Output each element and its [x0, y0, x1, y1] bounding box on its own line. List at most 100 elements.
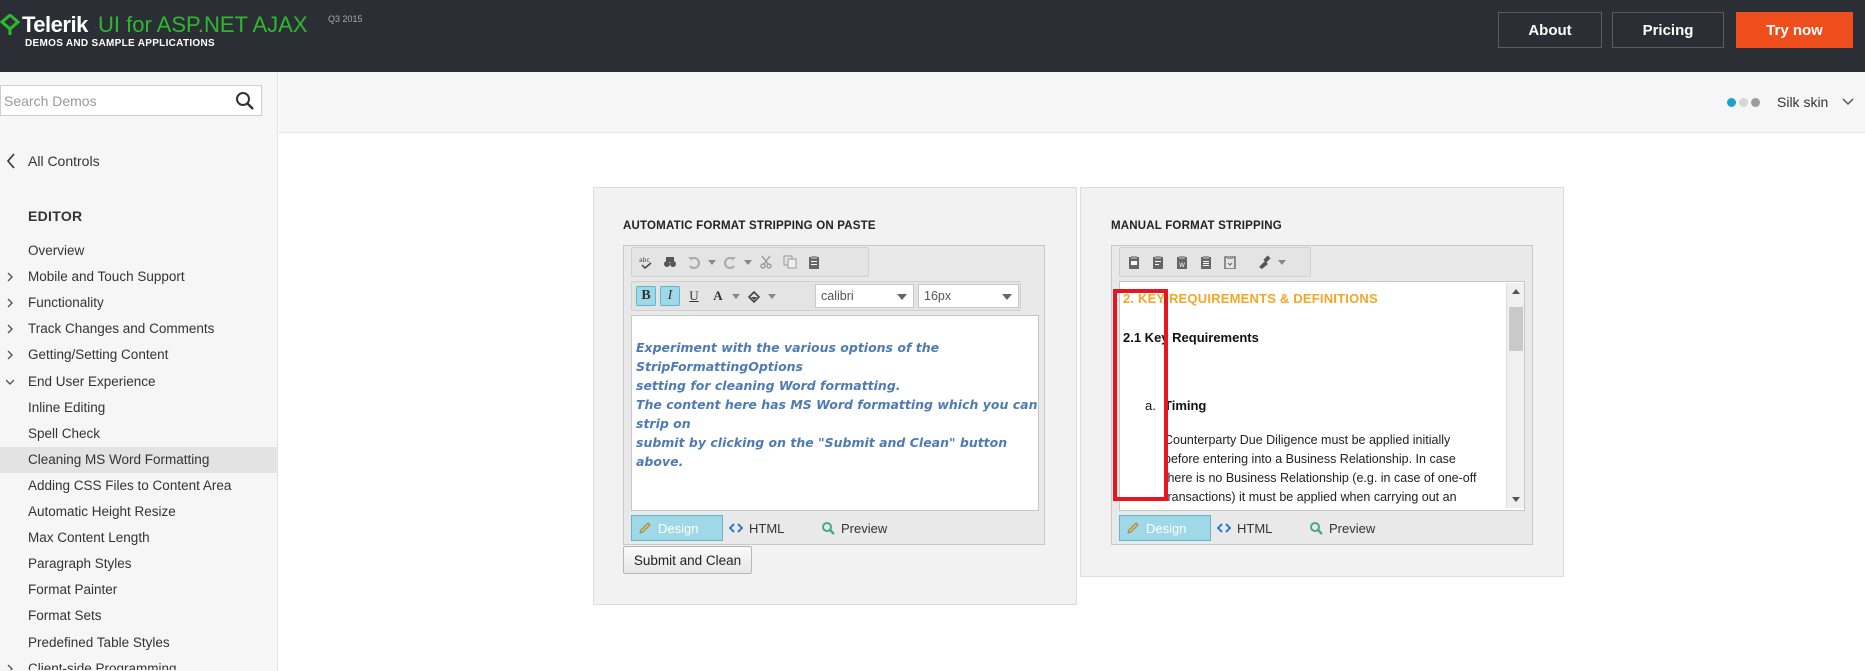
highlight-icon[interactable]	[744, 286, 764, 306]
all-controls-link[interactable]: All Controls	[0, 146, 278, 176]
chevron-right-icon[interactable]	[6, 272, 14, 282]
underline-icon[interactable]: U	[684, 286, 704, 306]
sidebar-item[interactable]: Predefined Table Styles	[0, 630, 277, 656]
html-mode-button[interactable]: HTML	[1211, 515, 1303, 541]
format-stripper-icon[interactable]	[1254, 252, 1274, 272]
undo-dropdown-icon[interactable]	[708, 259, 716, 265]
content-paragraph-line: before entering into a Business Relation…	[1164, 452, 1456, 466]
sidebar: Search Demos All Controls EDITOR Overvie…	[0, 72, 278, 671]
try-now-button[interactable]: Try now	[1736, 12, 1853, 48]
scroll-down-icon[interactable]	[1512, 497, 1520, 502]
italic-icon[interactable]: I	[660, 286, 680, 306]
scroll-up-icon[interactable]	[1512, 289, 1520, 294]
bold-icon[interactable]: B	[636, 286, 656, 306]
chevron-down-icon[interactable]	[6, 377, 14, 387]
skin-selector[interactable]: Silk skin	[1777, 94, 1828, 110]
submit-and-clean-button[interactable]: Submit and Clean	[623, 546, 752, 574]
about-button[interactable]: About	[1498, 12, 1602, 48]
sidebar-item[interactable]: Automatic Height Resize	[0, 499, 277, 525]
left-panel-title: AUTOMATIC FORMAT STRIPPING ON PASTE	[623, 220, 876, 232]
skin-dots[interactable]	[1727, 98, 1760, 107]
design-mode-button[interactable]: Design	[631, 515, 723, 541]
sidebar-item[interactable]: Mobile and Touch Support	[0, 264, 277, 290]
content-paragraph-line: Counterparty Due Diligence must be appli…	[1164, 433, 1451, 447]
paste-html-icon[interactable]	[1220, 252, 1240, 272]
dropdown-arrow-icon	[1002, 294, 1012, 300]
svg-text:abc: abc	[639, 257, 650, 264]
sidebar-item[interactable]: Cleaning MS Word Formatting	[0, 446, 277, 473]
copy-icon[interactable]	[780, 252, 800, 272]
left-content-area[interactable]: Experiment with the various options of t…	[631, 315, 1039, 511]
sidebar-item-label: Spell Check	[28, 425, 101, 441]
font-size-select[interactable]: 16px	[918, 284, 1019, 308]
find-replace-icon[interactable]	[660, 252, 680, 272]
preview-mode-button[interactable]: Preview	[1303, 515, 1403, 541]
sidebar-item[interactable]: Adding CSS Files to Content Area	[0, 473, 277, 499]
paste-as-html-icon[interactable]	[1196, 252, 1216, 272]
html-label: HTML	[749, 520, 785, 536]
font-color-icon[interactable]: A	[708, 286, 728, 306]
font-name-select[interactable]: calibri	[815, 284, 914, 308]
paste-icon[interactable]	[804, 252, 824, 272]
cut-icon[interactable]	[756, 252, 776, 272]
chevron-right-icon[interactable]	[6, 664, 14, 670]
chevron-right-icon[interactable]	[6, 350, 14, 360]
sidebar-item[interactable]: Client-side Programming	[0, 656, 277, 670]
format-stripper-dropdown-icon[interactable]	[1278, 259, 1286, 265]
content-line: The content here has MS Word formatting …	[636, 397, 1038, 431]
dropdown-arrow-icon	[897, 294, 907, 300]
right-panel-title: MANUAL FORMAT STRIPPING	[1111, 220, 1282, 232]
sidebar-item[interactable]: Spell Check	[0, 421, 277, 447]
highlight-dropdown-icon[interactable]	[768, 293, 776, 299]
chevron-right-icon[interactable]	[6, 324, 14, 334]
sidebar-item-label: Client-side Programming	[28, 660, 177, 670]
scrollbar-thumb[interactable]	[1509, 307, 1523, 351]
paste-plain-text-icon[interactable]: W	[1172, 252, 1192, 272]
design-label: Design	[658, 520, 699, 536]
preview-mode-button[interactable]: Preview	[815, 515, 915, 541]
sidebar-item-label: Overview	[28, 243, 85, 258]
sidebar-item[interactable]: Track Changes and Comments	[0, 316, 277, 342]
chevron-right-icon[interactable]	[6, 298, 14, 308]
redo-dropdown-icon[interactable]	[744, 259, 752, 265]
sidebar-item[interactable]: Inline Editing	[0, 395, 277, 421]
sidebar-item-label: Cleaning MS Word Formatting	[28, 451, 210, 467]
redo-icon[interactable]	[720, 252, 740, 272]
search-icon[interactable]	[235, 91, 255, 111]
sidebar-item[interactable]: Getting/Setting Content	[0, 342, 277, 368]
svg-text:W: W	[1179, 262, 1185, 269]
design-mode-button[interactable]: Design	[1119, 515, 1211, 541]
sidebar-item-label: Adding CSS Files to Content Area	[28, 477, 232, 493]
sidebar-item[interactable]: Paragraph Styles	[0, 551, 277, 577]
sidebar-item[interactable]: Max Content Length	[0, 525, 277, 551]
content-paragraph-line: there is no Business Relationship (e.g. …	[1164, 471, 1477, 485]
font-name-value: calibri	[821, 289, 854, 303]
sidebar-item[interactable]: Functionality	[0, 290, 277, 316]
sidebar-item[interactable]: Format Sets	[0, 603, 277, 629]
left-toolbar-row1: abc	[631, 247, 869, 277]
preview-label: Preview	[1329, 520, 1376, 536]
content-line: setting for cleaning Word formatting.	[636, 378, 901, 393]
sidebar-item-label: Max Content Length	[28, 530, 150, 546]
right-content-area[interactable]: 2. KEY REQUIREMENTS & DEFINITIONS 2.1 Ke…	[1119, 281, 1525, 511]
search-input[interactable]: Search Demos	[0, 85, 262, 116]
undo-icon[interactable]	[684, 252, 704, 272]
pricing-button[interactable]: Pricing	[1612, 12, 1724, 48]
spellcheck-icon[interactable]: abc	[636, 252, 656, 272]
paste-from-word-icon[interactable]	[1124, 252, 1144, 272]
paste-strip-font-icon[interactable]	[1148, 252, 1168, 272]
font-color-dropdown-icon[interactable]	[732, 293, 740, 299]
sidebar-item-label: Predefined Table Styles	[28, 634, 170, 650]
version-label: Q3 2015	[328, 14, 363, 24]
sidebar-item[interactable]: End User Experience	[0, 369, 277, 395]
sidebar-item[interactable]: Format Painter	[0, 577, 277, 603]
design-label: Design	[1146, 520, 1187, 536]
sidebar-item-label: Mobile and Touch Support	[28, 269, 185, 285]
skin-dot-1	[1727, 98, 1736, 107]
html-mode-button[interactable]: HTML	[723, 515, 815, 541]
sidebar-item[interactable]: Overview	[0, 238, 277, 264]
all-controls-label: All Controls	[28, 153, 100, 169]
chevron-down-icon[interactable]	[1842, 97, 1854, 107]
magnifier-icon	[1310, 522, 1323, 535]
content-scrollbar[interactable]	[1506, 283, 1524, 508]
